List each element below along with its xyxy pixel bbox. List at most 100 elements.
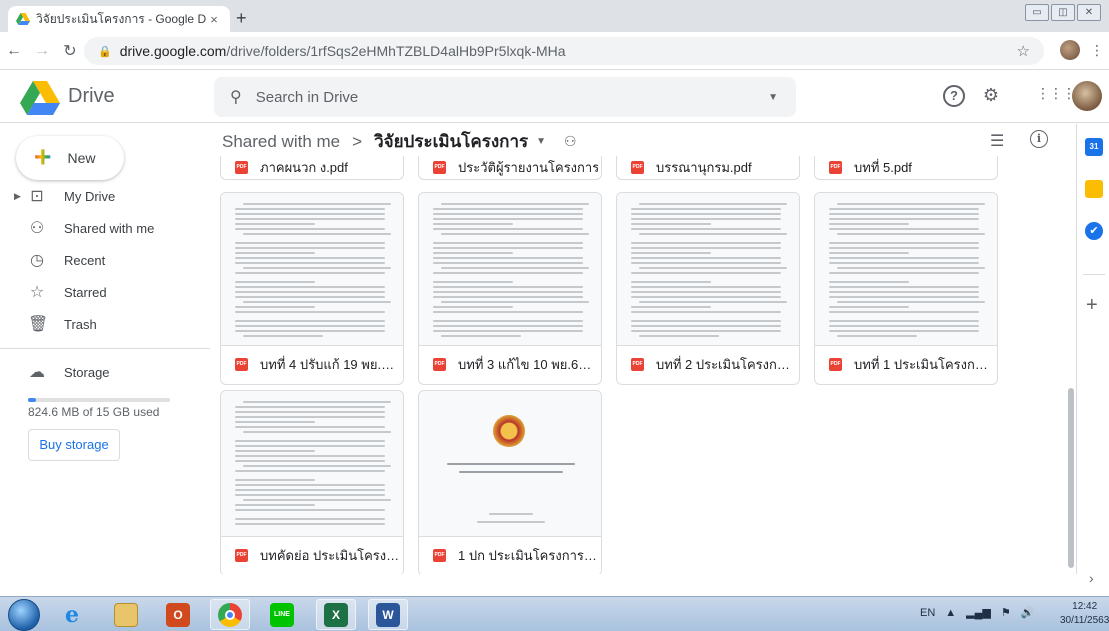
- star-icon: ☆: [29, 284, 45, 301]
- sidebar-item-trash[interactable]: 🗑 Trash: [0, 308, 210, 340]
- help-icon[interactable]: ?: [943, 85, 965, 107]
- file-card[interactable]: PDF บทที่ 4 ปรับแก้ 19 พย.63.pdf: [220, 192, 404, 385]
- file-card[interactable]: PDF บรรณานุกรม.pdf: [616, 156, 800, 180]
- scrollbar[interactable]: [1068, 388, 1074, 568]
- text-line: [639, 335, 719, 337]
- keep-icon[interactable]: [1085, 180, 1103, 198]
- text-line: [235, 286, 385, 288]
- word-taskbar-button[interactable]: W: [368, 599, 408, 630]
- file-caption: PDF บทที่ 3 แก้ไข 10 พย.63.pdf: [419, 344, 601, 384]
- flag-icon[interactable]: ⚑: [1001, 606, 1011, 619]
- text-line: [243, 499, 391, 501]
- text-line: [829, 311, 979, 313]
- chevron-right-icon[interactable]: ›: [1089, 570, 1094, 586]
- ie-taskbar-button[interactable]: e: [52, 599, 92, 630]
- tasks-icon[interactable]: ✔: [1085, 222, 1103, 240]
- maximize-icon[interactable]: ◫: [1051, 4, 1075, 21]
- sidebar-item-storage[interactable]: ☁ Storage: [0, 356, 210, 388]
- browser-tab[interactable]: วิจัยประเมินโครงการ - Google Drive ×: [8, 6, 230, 32]
- file-card[interactable]: PDF บทคัดย่อ ประเมินโครงการ ผ...: [220, 390, 404, 574]
- new-button[interactable]: + New: [16, 136, 124, 180]
- search-input[interactable]: ⚲ Search in Drive ▼: [214, 77, 796, 117]
- text-line: [235, 262, 385, 264]
- text-line: [235, 523, 385, 525]
- reload-icon[interactable]: ↻: [56, 41, 84, 61]
- pdf-icon: PDF: [829, 161, 842, 174]
- text-line: [829, 252, 909, 254]
- sidebar-item-label: Recent: [64, 252, 106, 268]
- sidebar-item-my-drive[interactable]: ▶ ⊡ My Drive: [0, 180, 210, 212]
- divider: [1083, 274, 1105, 275]
- search-icon[interactable]: ⚲: [230, 87, 242, 107]
- volume-icon[interactable]: 🔊: [1021, 606, 1035, 619]
- text-line: [433, 247, 583, 249]
- expand-caret-icon[interactable]: ▶: [14, 191, 21, 202]
- file-card[interactable]: PDF บทที่ 5.pdf: [814, 156, 998, 180]
- text-line: [631, 252, 711, 254]
- sidebar-item-recent[interactable]: ◷ Recent: [0, 244, 210, 276]
- text-line: [235, 494, 385, 496]
- drive-header: Drive ⚲ Search in Drive ▼ ? ⚙ ⋮⋮⋮: [0, 71, 1109, 123]
- file-card[interactable]: PDF บทที่ 1 ประเมินโครงการ ปรั...: [814, 192, 998, 385]
- bookmark-star-icon[interactable]: ☆: [1017, 42, 1030, 60]
- text-line: [243, 203, 391, 205]
- address-bar[interactable]: 🔒 drive.google.com /drive/folders/1rfSqs…: [84, 37, 1044, 65]
- forward-icon[interactable]: →: [28, 42, 56, 60]
- line-taskbar-button[interactable]: LINE: [262, 599, 302, 630]
- file-name: บทที่ 2 ประเมินโครงการ ปรั...: [656, 356, 796, 372]
- text-line: [433, 311, 583, 313]
- text-line: [235, 411, 385, 413]
- browser-menu-icon[interactable]: ⋮: [1090, 42, 1104, 59]
- file-card[interactable]: PDF บทที่ 3 แก้ไข 10 พย.63.pdf: [418, 192, 602, 385]
- text-line: [235, 306, 315, 308]
- back-icon[interactable]: ←: [0, 42, 28, 60]
- minimize-icon[interactable]: ▭: [1025, 4, 1049, 21]
- tab-close-icon[interactable]: ×: [206, 12, 222, 27]
- people-icon: ⚇: [29, 220, 45, 237]
- text-line: [243, 267, 391, 269]
- chrome-taskbar-button[interactable]: [210, 599, 250, 630]
- text-line: [235, 421, 315, 423]
- my-drive-icon: ⊡: [30, 188, 44, 205]
- close-window-icon[interactable]: ✕: [1077, 4, 1101, 21]
- sidebar-item-shared[interactable]: ⚇ Shared with me: [0, 212, 210, 244]
- breadcrumb-current[interactable]: วิจัยประเมินโครงการ: [374, 128, 528, 155]
- file-card[interactable]: PDF ประวัติผู้รายงานโครงการ.pdf: [418, 156, 602, 180]
- extension-icon[interactable]: [1060, 40, 1080, 60]
- pdf-icon: PDF: [433, 548, 446, 562]
- chevron-down-icon[interactable]: ▼: [536, 136, 546, 147]
- list-view-icon[interactable]: ☰: [990, 131, 1004, 151]
- network-icon[interactable]: ▂▄▆: [966, 606, 991, 619]
- explorer-taskbar-button[interactable]: [106, 599, 146, 630]
- file-name: ภาคผนวก ง.pdf: [260, 160, 348, 175]
- buy-storage-button[interactable]: Buy storage: [28, 429, 120, 461]
- calendar-icon[interactable]: 31: [1085, 138, 1103, 156]
- file-card[interactable]: PDF ภาคผนวก ง.pdf: [220, 156, 404, 180]
- app-taskbar-button[interactable]: O: [158, 599, 198, 630]
- add-addon-icon[interactable]: +: [1086, 294, 1098, 317]
- start-button[interactable]: [8, 599, 40, 631]
- text-line: [243, 465, 391, 467]
- breadcrumb-parent[interactable]: Shared with me: [222, 132, 340, 152]
- new-tab-button[interactable]: +: [236, 8, 247, 29]
- file-card[interactable]: PDF 1 ปก ประเมินโครงการ ผอ.ก...: [418, 390, 602, 574]
- file-name: บทที่ 5.pdf: [854, 160, 912, 175]
- tray-expand-icon[interactable]: ▲: [945, 607, 956, 619]
- clock[interactable]: 12:42 30/11/2563: [1060, 600, 1109, 628]
- apps-grid-icon[interactable]: ⋮⋮⋮: [1036, 85, 1076, 107]
- language-indicator[interactable]: EN: [920, 607, 935, 619]
- avatar[interactable]: [1072, 81, 1102, 111]
- sidebar-item-starred[interactable]: ☆ Starred: [0, 276, 210, 308]
- gear-icon[interactable]: ⚙: [980, 85, 1002, 107]
- file-card[interactable]: PDF บทที่ 2 ประเมินโครงการ ปรั...: [616, 192, 800, 385]
- text-line: [235, 223, 315, 225]
- line-icon: LINE: [270, 602, 294, 627]
- excel-taskbar-button[interactable]: X: [316, 599, 356, 630]
- search-options-icon[interactable]: ▼: [768, 92, 778, 103]
- drive-logo-text[interactable]: Drive: [68, 85, 115, 108]
- drive-logo-icon[interactable]: [20, 81, 60, 115]
- info-icon[interactable]: i: [1030, 130, 1048, 148]
- text-line: [235, 470, 385, 472]
- shared-people-icon[interactable]: ⚇: [564, 133, 577, 150]
- text-line: [631, 228, 781, 230]
